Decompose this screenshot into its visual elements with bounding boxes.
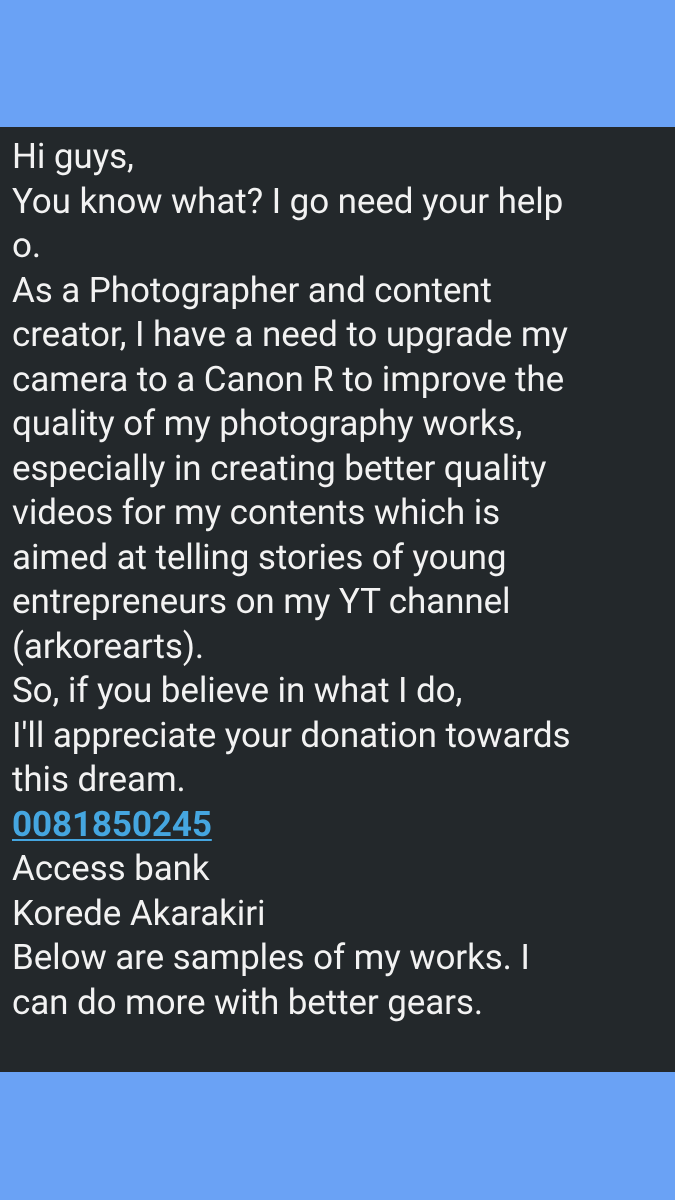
- message-panel: Hi guys, You know what? I go need your h…: [0, 127, 675, 1072]
- message-line: especially in creating better quality: [12, 447, 547, 489]
- message-line: o.: [12, 225, 41, 266]
- message-line: videos for my contents which is: [12, 492, 501, 533]
- top-background-band: [0, 0, 675, 127]
- message-line: You know what? I go need your help: [12, 180, 564, 222]
- closing-line: Below are samples of my works. I: [12, 937, 530, 978]
- message-line: camera to a Canon R to improve the: [12, 358, 565, 400]
- account-number-line: 0081850245: [12, 803, 663, 848]
- message-line: (arkorearts).: [12, 625, 205, 667]
- message-body: Hi guys, You know what? I go need your h…: [12, 135, 663, 1025]
- message-line: quality of my photography works,: [12, 403, 523, 444]
- bank-name: Access bank: [12, 848, 210, 889]
- message-line: this dream.: [12, 759, 186, 800]
- closing-line: can do more with better gears.: [12, 981, 484, 1023]
- message-line: creator, I have a need to upgrade my: [12, 314, 568, 355]
- message-line: I'll appreciate your donation towards: [12, 714, 571, 756]
- message-line: aimed at telling stories of young: [12, 536, 507, 578]
- account-name: Korede Akarakiri: [12, 892, 266, 934]
- message-line: entrepreneurs on my YT channel: [12, 581, 511, 622]
- bottom-background-band: [0, 1072, 675, 1200]
- message-line: So, if you believe in what I do,: [12, 670, 463, 711]
- account-number-link[interactable]: 0081850245: [12, 804, 212, 845]
- message-line: As a Photographer and content: [12, 269, 492, 311]
- message-line: Hi guys,: [12, 136, 134, 177]
